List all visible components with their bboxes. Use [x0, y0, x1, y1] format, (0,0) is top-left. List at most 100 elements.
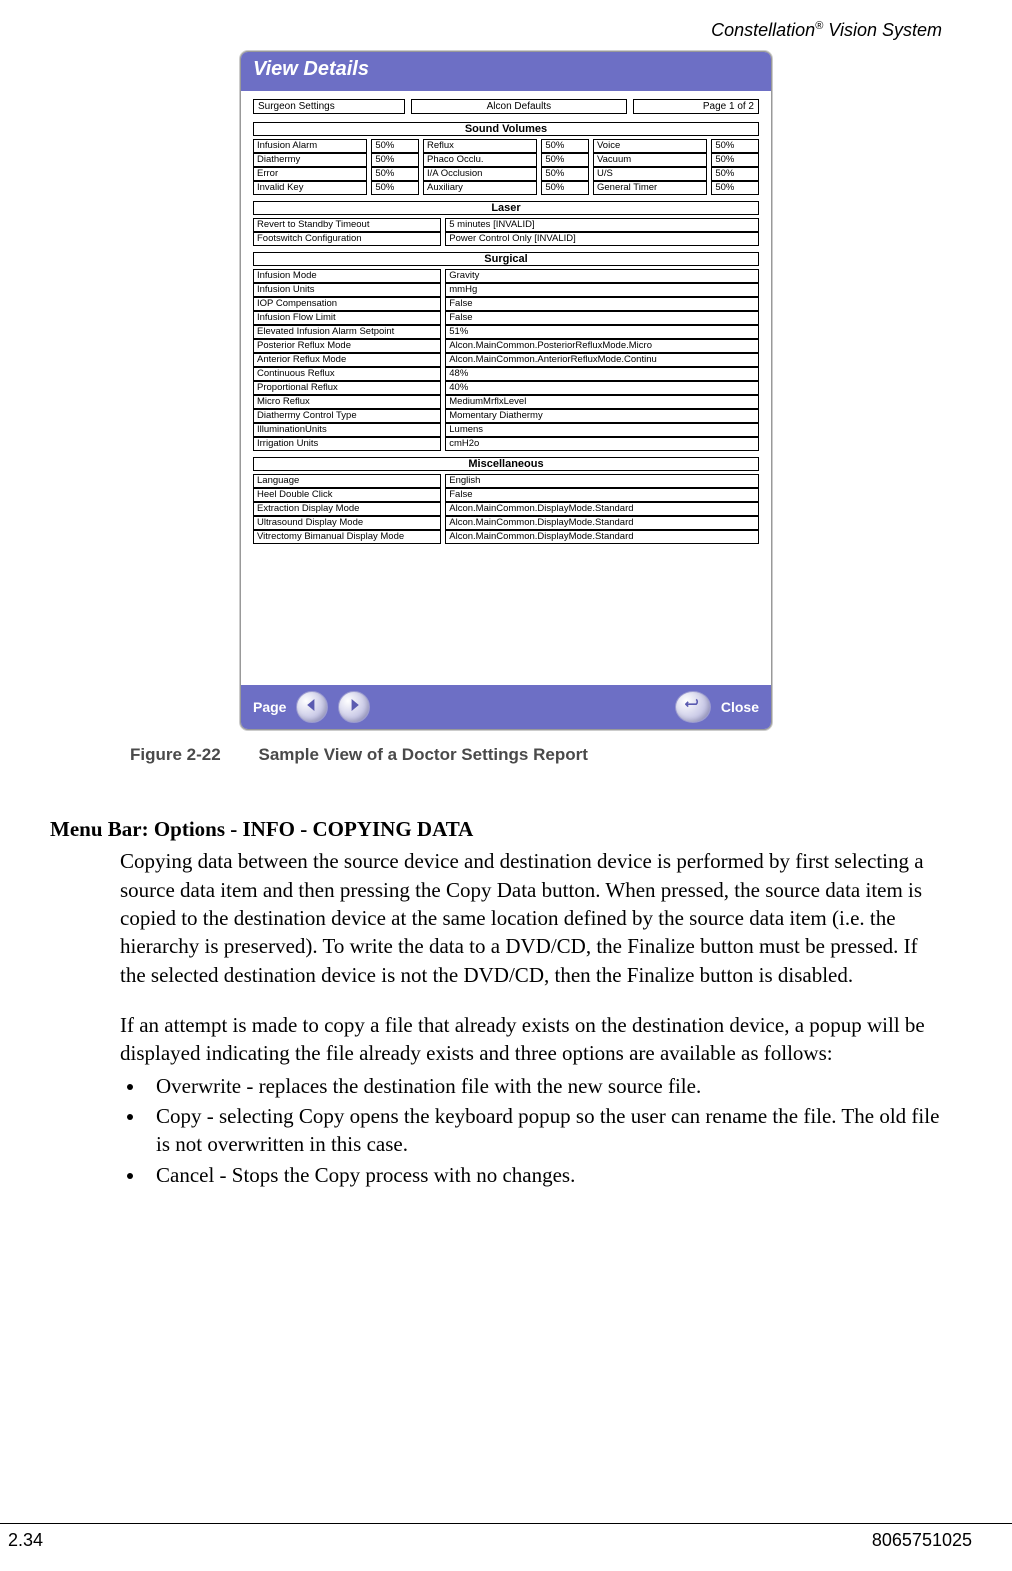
table-cell: 50% [541, 139, 589, 153]
table-cell: Anterior Reflux Mode [253, 353, 441, 367]
list-item: Overwrite - replaces the destination fil… [146, 1072, 942, 1100]
table-cell: Gravity [445, 269, 759, 283]
section-sound-volumes: Sound Volumes [253, 122, 759, 136]
list-item: Copy - selecting Copy opens the keyboard… [146, 1102, 942, 1159]
table-cell: Irrigation Units [253, 437, 441, 451]
topbar-page: Page 1 of 2 [633, 99, 759, 114]
options-list: Overwrite - replaces the destination fil… [120, 1072, 942, 1189]
table-cell: Alcon.MainCommon.DisplayMode.Standard [445, 516, 759, 530]
page-footer: 2.34 8065751025 [0, 1523, 1012, 1551]
page-header: Constellation® Vision System [40, 20, 972, 41]
page-label: Page [253, 699, 286, 715]
table-cell: Continuous Reflux [253, 367, 441, 381]
table-cell: Heel Double Click [253, 488, 441, 502]
table-cell: 5 minutes [INVALID] [445, 218, 759, 232]
report-topbar: Surgeon Settings Alcon Defaults Page 1 o… [253, 99, 759, 114]
table-cell: Diathermy Control Type [253, 409, 441, 423]
document-number: 8065751025 [872, 1530, 972, 1551]
table-cell: Reflux [423, 139, 537, 153]
table-cell: Alcon.MainCommon.DisplayMode.Standard [445, 502, 759, 516]
table-cell: Infusion Flow Limit [253, 311, 441, 325]
table-cell: Error [253, 167, 367, 181]
table-cell: Extraction Display Mode [253, 502, 441, 516]
list-item: Cancel - Stops the Copy process with no … [146, 1161, 942, 1189]
table-cell: Power Control Only [INVALID] [445, 232, 759, 246]
table-cell: Language [253, 474, 441, 488]
table-cell: Auxiliary [423, 181, 537, 195]
table-cell: 50% [541, 153, 589, 167]
table-cell: Infusion Mode [253, 269, 441, 283]
table-cell: Revert to Standby Timeout [253, 218, 441, 232]
product-name-suffix: Vision System [823, 20, 942, 40]
misc-grid: Language English Heel Double Click False Ext… [253, 474, 759, 544]
table-cell: Proportional Reflux [253, 381, 441, 395]
table-cell: 50% [541, 167, 589, 181]
table-cell: False [445, 311, 759, 325]
table-cell: cmH2o [445, 437, 759, 451]
table-cell: General Timer [593, 181, 707, 195]
table-cell: 50% [711, 181, 759, 195]
table-cell: Diathermy [253, 153, 367, 167]
table-cell: 51% [445, 325, 759, 339]
table-cell: False [445, 488, 759, 502]
topbar-defaults: Alcon Defaults [411, 99, 627, 114]
table-cell: 40% [445, 381, 759, 395]
section-misc: Miscellaneous [253, 457, 759, 471]
section-heading: Menu Bar: Options - INFO - COPYING DATA [50, 815, 942, 843]
page-number: 2.34 [8, 1530, 43, 1551]
table-cell: Footswitch Configuration [253, 232, 441, 246]
table-cell: English [445, 474, 759, 488]
table-cell: Posterior Reflux Mode [253, 339, 441, 353]
table-cell: 50% [371, 153, 419, 167]
table-cell: 48% [445, 367, 759, 381]
table-cell: Micro Reflux [253, 395, 441, 409]
chevron-right-icon [348, 698, 360, 716]
table-cell: IlluminationUnits [253, 423, 441, 437]
surgical-grid: Infusion ModeGravityInfusion UnitsmmHgIO… [253, 269, 759, 451]
close-label: Close [721, 699, 759, 715]
return-icon [685, 698, 701, 717]
table-cell: mmHg [445, 283, 759, 297]
dialog-body: Surgeon Settings Alcon Defaults Page 1 o… [241, 91, 771, 685]
page-prev-button[interactable] [296, 691, 328, 723]
dialog-footer: Page Close [241, 685, 771, 729]
table-cell: Voice [593, 139, 707, 153]
figure-text: Sample View of a Doctor Settings Report [259, 745, 588, 764]
table-cell: Vitrectomy Bimanual Display Mode [253, 530, 441, 544]
laser-grid: Revert to Standby Timeout 5 minutes [INVA… [253, 218, 759, 246]
table-cell: Ultrasound Display Mode [253, 516, 441, 530]
table-cell: Momentary Diathermy [445, 409, 759, 423]
chevron-left-icon [306, 698, 318, 716]
table-cell: I/A Occlusion [423, 167, 537, 181]
table-cell: Alcon.MainCommon.PosteriorRefluxMode.Mic… [445, 339, 759, 353]
page-next-button[interactable] [338, 691, 370, 723]
dialog-title: View Details [241, 52, 771, 91]
body-text: Menu Bar: Options - INFO - COPYING DATA … [50, 815, 942, 1189]
table-cell: Phaco Occlu. [423, 153, 537, 167]
table-cell: 50% [371, 181, 419, 195]
paragraph-1: Copying data between the source device a… [120, 847, 942, 989]
table-cell: 50% [711, 167, 759, 181]
view-details-dialog: View Details Surgeon Settings Alcon Defa… [240, 51, 772, 730]
table-cell: MediumMrflxLevel [445, 395, 759, 409]
close-button[interactable] [675, 691, 711, 723]
table-cell: Infusion Units [253, 283, 441, 297]
figure-number: Figure 2-22 [130, 745, 221, 764]
table-cell: Infusion Alarm [253, 139, 367, 153]
table-cell: Elevated Infusion Alarm Setpoint [253, 325, 441, 339]
section-surgical: Surgical [253, 252, 759, 266]
table-cell: 50% [371, 167, 419, 181]
table-cell: Alcon.MainCommon.AnteriorRefluxMode.Cont… [445, 353, 759, 367]
table-cell: Lumens [445, 423, 759, 437]
table-cell: Invalid Key [253, 181, 367, 195]
figure-caption: Figure 2-22 Sample View of a Doctor Sett… [130, 745, 972, 765]
table-cell: 50% [541, 181, 589, 195]
table-cell: 50% [371, 139, 419, 153]
section-laser: Laser [253, 201, 759, 215]
product-name-prefix: Constellation [711, 20, 815, 40]
table-cell: 50% [711, 153, 759, 167]
table-cell: U/S [593, 167, 707, 181]
table-cell: 50% [711, 139, 759, 153]
topbar-surgeon: Surgeon Settings [253, 99, 405, 114]
sound-grid: Infusion Alarm 50% Reflux 50% Voice 50% Diathe… [253, 139, 759, 195]
